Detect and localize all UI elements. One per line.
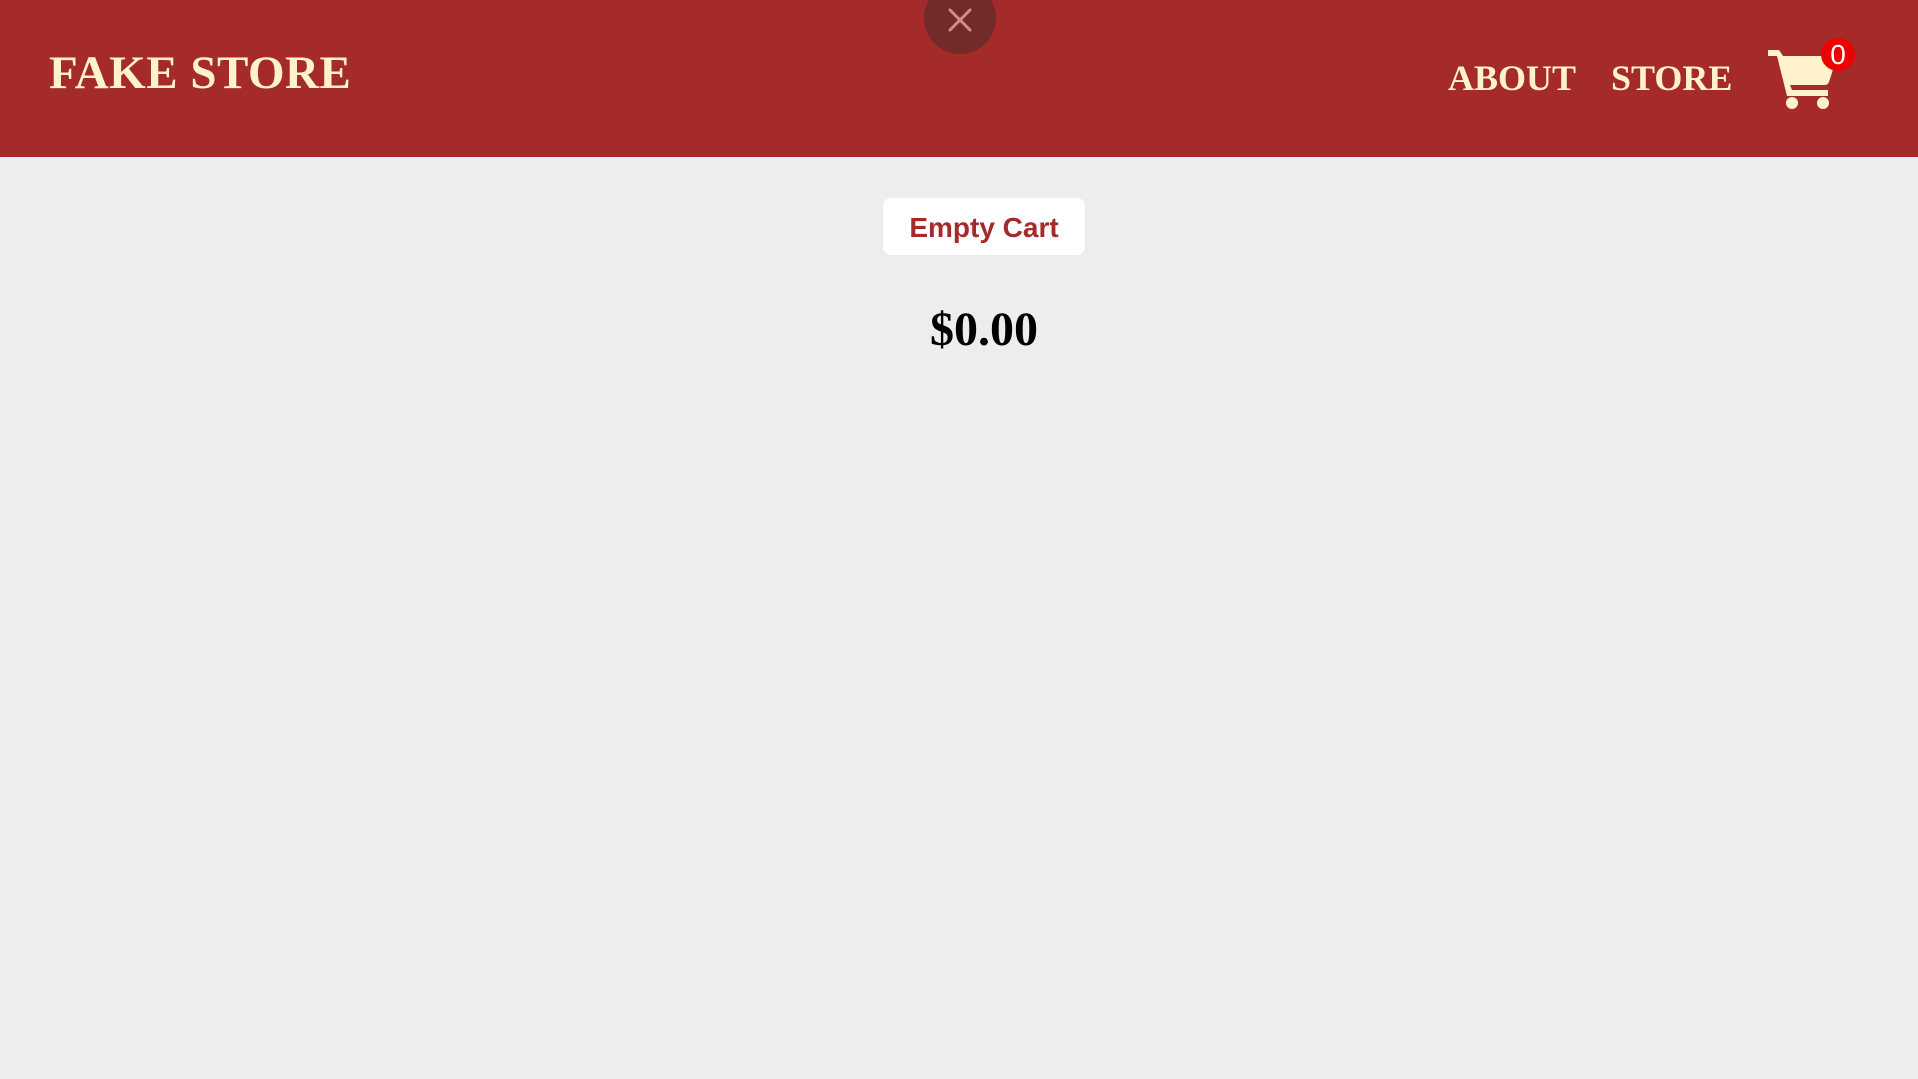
cart-count-badge: 0	[1821, 38, 1855, 71]
nav-store-link[interactable]: STORE	[1611, 60, 1732, 96]
nav-about-link[interactable]: ABOUT	[1448, 60, 1576, 96]
cart-total: $0.00	[930, 303, 1038, 356]
close-button[interactable]	[924, 0, 996, 54]
brand-logo[interactable]: FAKE STORE	[49, 50, 351, 97]
empty-cart-button[interactable]: Empty Cart	[883, 198, 1085, 255]
site-header: FAKE STORE ABOUT STORE 0	[0, 0, 1918, 157]
close-icon	[948, 8, 972, 32]
